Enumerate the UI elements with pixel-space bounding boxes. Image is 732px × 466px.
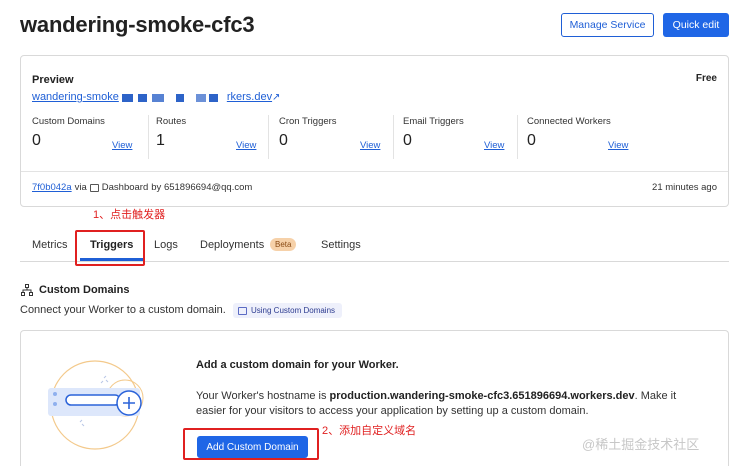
stat-routes: Routes 1 View xyxy=(156,116,266,158)
view-cron-triggers-link[interactable]: View xyxy=(360,140,380,151)
annotation-highlight-box xyxy=(75,230,145,266)
cta-text-before: Your Worker's hostname is xyxy=(196,390,330,402)
redaction-mark xyxy=(122,94,133,102)
divider xyxy=(393,115,394,159)
custom-domain-illustration xyxy=(40,360,160,460)
stat-label: Custom Domains xyxy=(32,116,105,127)
deployment-time: 21 minutes ago xyxy=(652,182,717,193)
stat-label: Connected Workers xyxy=(527,116,611,127)
tab-logs[interactable]: Logs xyxy=(154,239,178,251)
external-link-icon[interactable]: ↗ xyxy=(272,92,280,103)
stat-label: Email Triggers xyxy=(403,116,464,127)
redaction-mark xyxy=(176,94,184,102)
stat-label: Cron Triggers xyxy=(279,116,337,127)
tab-metrics[interactable]: Metrics xyxy=(32,239,67,251)
view-email-triggers-link[interactable]: View xyxy=(484,140,504,151)
divider xyxy=(268,115,269,159)
stat-label: Routes xyxy=(156,116,187,127)
stat-cron-triggers: Cron Triggers 0 View xyxy=(279,116,394,158)
deployment-info: 7f0b042a via Dashboard by 651896694@qq.c… xyxy=(32,182,252,193)
watermark: @稀土掘金技术社区 xyxy=(582,437,700,452)
tab-settings[interactable]: Settings xyxy=(321,239,361,251)
plan-badge: Free xyxy=(695,73,717,84)
view-routes-link[interactable]: View xyxy=(236,140,256,151)
preview-label: Preview xyxy=(32,74,74,86)
stat-custom-domains: Custom Domains 0 View xyxy=(32,116,144,158)
redaction-mark xyxy=(209,94,218,102)
divider xyxy=(21,171,728,172)
redaction-mark xyxy=(196,94,206,102)
docs-link[interactable]: Using Custom Domains xyxy=(233,303,343,318)
redaction-mark xyxy=(152,94,164,102)
sitemap-icon xyxy=(21,284,33,299)
deployment-author: by 651896694@qq.com xyxy=(151,182,253,193)
stat-value: 0 xyxy=(527,132,536,149)
view-custom-domains-link[interactable]: View xyxy=(112,140,132,151)
quick-edit-button[interactable]: Quick edit xyxy=(663,13,729,37)
annotation-highlight-box xyxy=(183,428,319,460)
redaction-mark xyxy=(138,94,147,102)
custom-domains-description: Connect your Worker to a custom domain. xyxy=(20,304,226,316)
cta-title: Add a custom domain for your Worker. xyxy=(196,359,399,371)
worker-hostname: production.wandering-smoke-cfc3.65189669… xyxy=(329,390,635,402)
dashboard-icon xyxy=(89,183,99,192)
deployment-via: via xyxy=(74,182,87,193)
cta-text: Your Worker's hostname is production.wan… xyxy=(196,389,696,419)
manage-service-button[interactable]: Manage Service xyxy=(561,13,654,37)
docs-link-label: Using Custom Domains xyxy=(251,306,336,315)
divider xyxy=(517,115,518,159)
preview-url-start: wandering-smoke xyxy=(32,91,119,103)
stat-email-triggers: Email Triggers 0 View xyxy=(403,116,518,158)
annotation-step1: 1、点击触发器 xyxy=(93,209,166,221)
beta-badge: Beta xyxy=(270,238,297,251)
stat-value: 0 xyxy=(32,132,41,149)
stat-value: 1 xyxy=(156,132,165,149)
divider xyxy=(148,115,149,159)
annotation-step2: 2、添加自定义域名 xyxy=(322,425,417,437)
worker-overview-card: Preview Free wandering-smoke rkers.dev ↗ … xyxy=(20,55,729,207)
stat-value: 0 xyxy=(403,132,412,149)
page-title: wandering-smoke-cfc3 xyxy=(20,12,255,37)
stat-value: 0 xyxy=(279,132,288,149)
book-icon xyxy=(238,306,247,315)
deployment-hash-link[interactable]: 7f0b042a xyxy=(32,182,72,193)
view-connected-workers-link[interactable]: View xyxy=(608,140,628,151)
custom-domains-heading: Custom Domains xyxy=(39,284,130,296)
preview-url-end: rkers.dev xyxy=(226,91,273,103)
tab-deployments[interactable]: Deployments xyxy=(200,239,264,251)
deployment-source: Dashboard xyxy=(101,182,149,193)
stat-connected-workers: Connected Workers 0 View xyxy=(527,116,647,158)
